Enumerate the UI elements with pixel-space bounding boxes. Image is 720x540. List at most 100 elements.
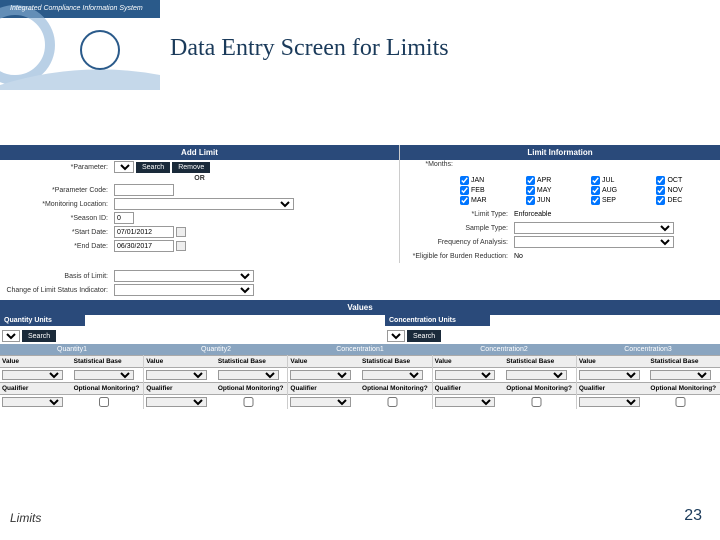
cell-select[interactable]: [290, 397, 351, 407]
footer-page-number: 23: [684, 507, 702, 525]
cell-select[interactable]: [2, 370, 63, 380]
month-checkbox-jan[interactable]: [460, 176, 469, 185]
cell-select[interactable]: [362, 370, 423, 380]
change-indicator-select[interactable]: [114, 284, 254, 296]
cell-select[interactable]: [146, 397, 207, 407]
col-header: Optional Monitoring?: [504, 382, 576, 395]
qc-group-headers: Quantity1Quantity2Concentration1Concentr…: [0, 344, 720, 355]
month-checkbox-feb[interactable]: [460, 186, 469, 195]
page-title: Data Entry Screen for Limits: [170, 35, 449, 62]
cell-select[interactable]: [2, 397, 63, 407]
month-checkbox-apr[interactable]: [526, 176, 535, 185]
cell-select[interactable]: [146, 370, 207, 380]
cell-select[interactable]: [506, 370, 567, 380]
form-container: Add Limit *Parameter: Search Remove OR *…: [0, 145, 720, 409]
month-checkbox-mar[interactable]: [460, 196, 469, 205]
month-checkbox-jul[interactable]: [591, 176, 600, 185]
month-checkbox-nov[interactable]: [656, 186, 665, 195]
agency-seal-icon: [80, 30, 120, 70]
col-header: Statistical Base: [504, 355, 576, 368]
month-aug: AUG: [591, 186, 651, 195]
col-header: Value: [433, 355, 505, 368]
system-name: Integrated Compliance Information System: [10, 5, 143, 12]
qc-header: Quantity2: [144, 344, 288, 355]
month-apr: APR: [526, 176, 585, 185]
cell-select[interactable]: [435, 370, 496, 380]
col-header: Qualifier: [577, 382, 649, 395]
parameter-label: *Parameter:: [4, 164, 114, 171]
quantity-units-search-button[interactable]: Search: [22, 330, 56, 342]
end-date-input[interactable]: [114, 240, 174, 252]
season-id-input[interactable]: [114, 212, 134, 224]
months-grid: JANAPRJULOCTFEBMAYAUGNOVMARJUNSEPDEC: [400, 174, 720, 207]
concentration-units-label: Concentration Units: [385, 315, 490, 326]
parameter-code-label: *Parameter Code:: [4, 187, 114, 194]
concentration-units-select[interactable]: [387, 330, 405, 342]
col-header: Value: [577, 355, 649, 368]
months-label: *Months:: [404, 161, 459, 168]
cell-select[interactable]: [218, 370, 279, 380]
quantity-units-label: Quantity Units: [0, 315, 85, 326]
limit-type-label: *Limit Type:: [404, 211, 514, 218]
month-checkbox-jun[interactable]: [526, 196, 535, 205]
month-jul: JUL: [591, 176, 651, 185]
start-date-label: *Start Date:: [4, 229, 114, 236]
month-checkbox-oct[interactable]: [656, 176, 665, 185]
col-header: Qualifier: [144, 382, 216, 395]
parameter-search-button[interactable]: Search: [136, 162, 170, 173]
parameter-remove-button[interactable]: Remove: [172, 162, 210, 173]
sample-type-select[interactable]: [514, 222, 674, 234]
month-jun: JUN: [526, 196, 585, 205]
limit-info-header: Limit Information: [400, 145, 720, 160]
col-header: Qualifier: [433, 382, 505, 395]
month-checkbox-may[interactable]: [526, 186, 535, 195]
col-header: Statistical Base: [648, 355, 720, 368]
cell-checkbox[interactable]: [218, 397, 279, 407]
frequency-select[interactable]: [514, 236, 674, 248]
cell-checkbox[interactable]: [362, 397, 423, 407]
col-header: Qualifier: [0, 382, 72, 395]
qc-table-row-1: ValueStatistical BaseValueStatistical Ba…: [0, 355, 720, 368]
col-header: Optional Monitoring?: [360, 382, 432, 395]
values-header: Values: [0, 300, 720, 315]
frequency-label: Frequency of Analysis:: [404, 239, 514, 246]
cell-select[interactable]: [650, 370, 711, 380]
sample-type-label: Sample Type:: [404, 225, 514, 232]
cell-checkbox[interactable]: [74, 397, 135, 407]
cell-select[interactable]: [435, 397, 496, 407]
cell-select[interactable]: [579, 370, 640, 380]
cell-checkbox[interactable]: [506, 397, 567, 407]
start-date-input[interactable]: [114, 226, 174, 238]
parameter-code-input[interactable]: [114, 184, 174, 196]
concentration-units-search-button[interactable]: Search: [407, 330, 441, 342]
col-header: Optional Monitoring?: [648, 382, 720, 395]
col-header: Qualifier: [288, 382, 360, 395]
cell-select[interactable]: [74, 370, 135, 380]
add-limit-header: Add Limit: [0, 145, 399, 160]
col-header: Statistical Base: [360, 355, 432, 368]
calendar-icon[interactable]: [176, 241, 186, 251]
monitoring-location-select[interactable]: [114, 198, 294, 210]
limit-type-value: Enforceable: [514, 211, 716, 218]
burden-value: No: [514, 253, 716, 260]
month-sep: SEP: [591, 196, 651, 205]
end-date-label: *End Date:: [4, 243, 114, 250]
month-may: MAY: [526, 186, 585, 195]
parameter-select[interactable]: [114, 161, 134, 173]
change-indicator-label: Change of Limit Status Indicator:: [4, 287, 114, 294]
month-checkbox-aug[interactable]: [591, 186, 600, 195]
month-dec: DEC: [656, 196, 716, 205]
cell-checkbox[interactable]: [650, 397, 711, 407]
month-jan: JAN: [460, 176, 520, 185]
calendar-icon[interactable]: [176, 227, 186, 237]
qc-table-row-2: QualifierOptional Monitoring?QualifierOp…: [0, 382, 720, 395]
cell-select[interactable]: [579, 397, 640, 407]
month-checkbox-dec[interactable]: [656, 196, 665, 205]
basis-of-limit-select[interactable]: [114, 270, 254, 282]
month-oct: OCT: [656, 176, 716, 185]
qc-header: Concentration1: [288, 344, 432, 355]
qc-header: Quantity1: [0, 344, 144, 355]
cell-select[interactable]: [290, 370, 351, 380]
month-checkbox-sep[interactable]: [591, 196, 600, 205]
quantity-units-select[interactable]: [2, 330, 20, 342]
